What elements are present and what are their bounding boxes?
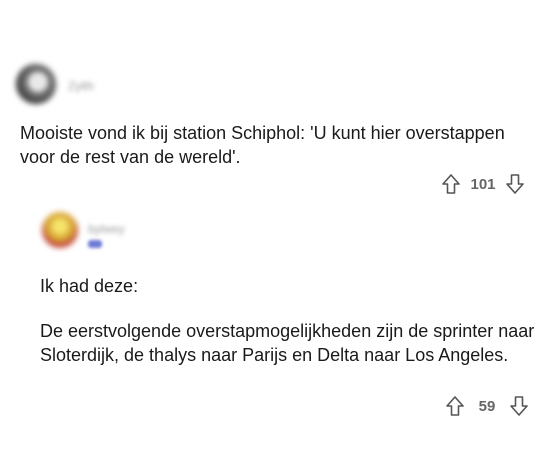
user-flair-badge bbox=[88, 240, 102, 248]
vote-count: 101 bbox=[470, 175, 496, 193]
user-avatar[interactable] bbox=[42, 212, 78, 248]
arrow-down-outline-icon bbox=[510, 396, 528, 416]
downvote-button[interactable] bbox=[508, 395, 530, 417]
arrow-down-outline-icon bbox=[506, 174, 524, 194]
vote-bar: 59 bbox=[444, 395, 530, 417]
comment-body: Mooiste vond ik bij station Schiphol: 'U… bbox=[20, 123, 505, 167]
arrow-up-outline-icon bbox=[446, 396, 464, 416]
upvote-button[interactable] bbox=[440, 173, 462, 195]
user-avatar[interactable] bbox=[16, 64, 56, 104]
username[interactable]: Zylth bbox=[68, 79, 94, 93]
comment-body-paragraph: Ik had deze: bbox=[40, 276, 139, 296]
vote-bar: 101 bbox=[440, 173, 526, 195]
downvote-button[interactable] bbox=[504, 173, 526, 195]
comment-body-paragraph: De eerstvolgende overstapmogelijkheden z… bbox=[40, 321, 535, 365]
arrow-up-outline-icon bbox=[442, 174, 460, 194]
vote-count: 59 bbox=[478, 397, 496, 415]
username[interactable]: bylwey bbox=[88, 222, 125, 236]
upvote-button[interactable] bbox=[444, 395, 466, 417]
